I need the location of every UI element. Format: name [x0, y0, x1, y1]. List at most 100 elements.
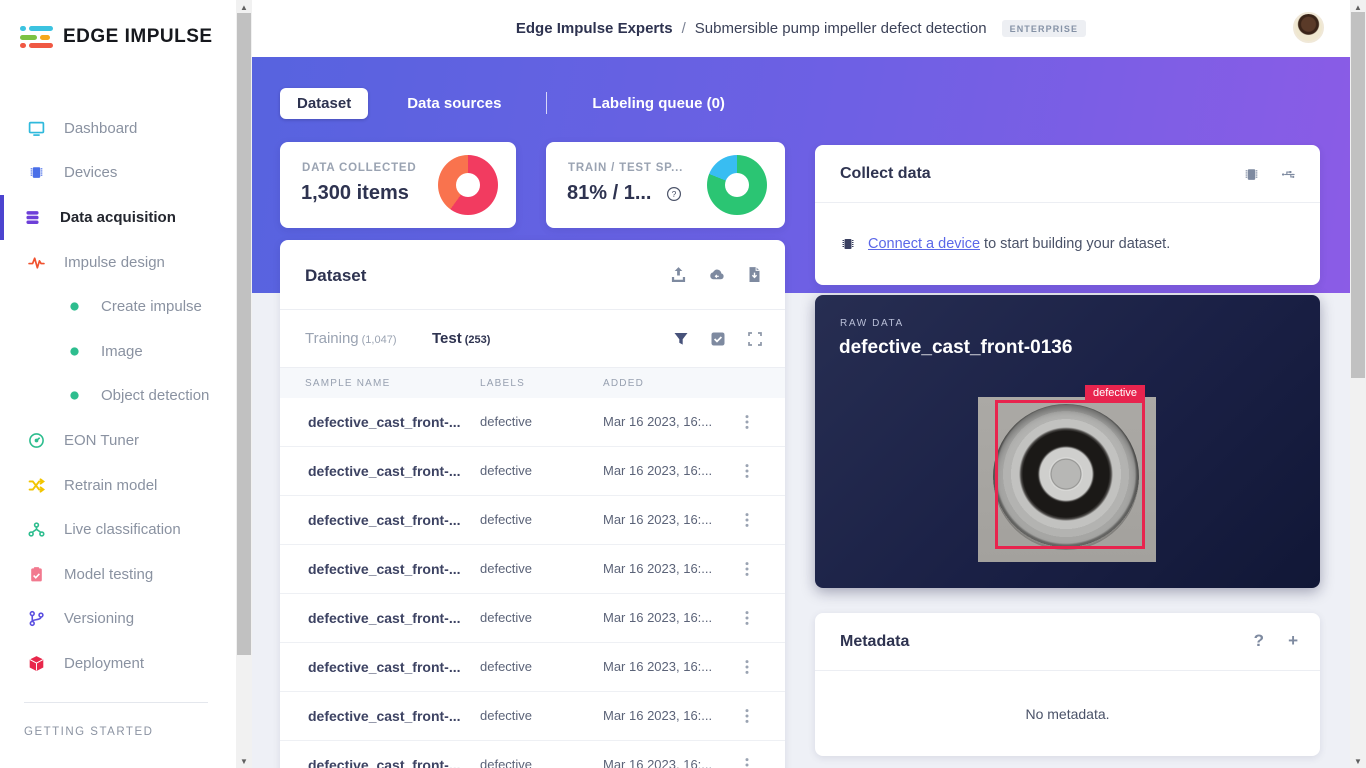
usb-icon[interactable]	[1281, 166, 1298, 183]
table-row[interactable]: defective_cast_front-... defective Mar 16 …	[280, 398, 785, 447]
tab-dataset[interactable]: Dataset	[280, 87, 369, 119]
sidebar-item-live-classification[interactable]: Live classification	[0, 507, 236, 552]
raw-data-sample-title: defective_cast_front-0136	[839, 337, 1073, 358]
upload-icon[interactable]	[670, 266, 687, 283]
table-row[interactable]: defective_cast_front-... defective Mar 16 …	[280, 545, 785, 594]
kebab-menu-icon[interactable]	[740, 607, 754, 629]
sidebar-item-dashboard[interactable]: Dashboard	[0, 106, 236, 151]
table-row[interactable]: defective_cast_front-... defective Mar 16 …	[280, 447, 785, 496]
collect-data-body: Connect a device to start building your …	[815, 204, 1320, 284]
waveform-icon	[28, 254, 45, 271]
table-row[interactable]: defective_cast_front-... defective Mar 16 …	[280, 643, 785, 692]
kebab-menu-icon[interactable]	[740, 460, 754, 482]
table-row[interactable]: defective_cast_front-... defective Mar 16 …	[280, 692, 785, 741]
kebab-menu-icon[interactable]	[740, 558, 754, 580]
data-collected-donut-chart	[438, 155, 498, 215]
sidebar-item-deployment[interactable]: Deployment	[0, 641, 236, 686]
help-circle-icon[interactable]: ?	[666, 186, 682, 202]
getting-started-heading: GETTING STARTED	[24, 726, 154, 738]
chip-icon[interactable]	[1243, 166, 1260, 183]
box-icon	[28, 655, 45, 672]
main-scrollbar[interactable]: ▲ ▼	[1350, 0, 1366, 768]
tab-labeling-queue[interactable]: Labeling queue (0)	[575, 88, 742, 119]
metadata-help-icon[interactable]: ?	[1254, 632, 1264, 649]
train-test-split-label: TRAIN / TEST SP...	[568, 162, 684, 174]
scroll-up-arrow-icon[interactable]: ▲	[236, 0, 252, 14]
sidebar-item-devices[interactable]: Devices	[0, 151, 236, 196]
sample-added: Mar 16 2023, 16:...	[603, 757, 713, 768]
sidebar-item-label: Model testing	[64, 565, 154, 583]
nodes-icon	[28, 521, 45, 538]
sample-added: Mar 16 2023, 16:...	[603, 414, 713, 429]
sample-table-body: defective_cast_front-... defective Mar 16 …	[280, 398, 785, 768]
sidebar-nav: Dashboard Devices Data acquisition Impulse …	[0, 106, 236, 686]
sidebar-item-versioning[interactable]: Versioning	[0, 597, 236, 642]
sidebar-item-retrain-model[interactable]: Retrain model	[0, 463, 236, 508]
sidebar-divider	[24, 702, 208, 703]
kebab-menu-icon[interactable]	[740, 411, 754, 433]
sample-added: Mar 16 2023, 16:...	[603, 463, 713, 478]
sidebar-item-impulse-design[interactable]: Impulse design	[0, 240, 236, 285]
sample-label: defective	[480, 659, 533, 674]
select-checkbox-icon[interactable]	[710, 331, 726, 347]
collect-data-header: Collect data	[815, 145, 1320, 203]
kebab-menu-icon[interactable]	[740, 754, 754, 768]
page-tabs: Dataset Data sources Labeling queue (0)	[280, 87, 742, 119]
sidebar-item-label: Retrain model	[64, 476, 158, 494]
data-collected-card: DATA COLLECTED 1,300 items	[280, 142, 516, 228]
sidebar-item-eon-tuner[interactable]: EON Tuner	[0, 418, 236, 463]
sample-name: defective_cast_front-...	[308, 708, 461, 724]
scroll-down-arrow-icon[interactable]: ▼	[236, 754, 252, 768]
expand-icon[interactable]	[747, 331, 763, 347]
main-scrollbar-thumb[interactable]	[1351, 12, 1365, 378]
data-collected-label: DATA COLLECTED	[302, 162, 417, 174]
sidebar-item-image[interactable]: Image	[0, 329, 236, 374]
file-download-icon[interactable]	[746, 266, 763, 283]
sidebar-item-model-testing[interactable]: Model testing	[0, 552, 236, 597]
metadata-empty-text: No metadata.	[1025, 706, 1110, 722]
metadata-header: Metadata ? +	[815, 613, 1320, 671]
dataset-subtabs: Training (1,047) Test (253)	[280, 310, 785, 368]
cloud-icon[interactable]	[708, 266, 725, 283]
table-row[interactable]: defective_cast_front-... defective Mar 16 …	[280, 741, 785, 768]
sample-name: defective_cast_front-...	[308, 610, 461, 626]
scroll-down-arrow-icon[interactable]: ▼	[1350, 754, 1366, 768]
metadata-add-icon[interactable]: +	[1288, 632, 1298, 649]
subtab-training[interactable]: Training (1,047)	[305, 330, 397, 347]
column-header-sample-name: SAMPLE NAME	[305, 378, 391, 389]
breadcrumb-org-link[interactable]: Edge Impulse Experts	[516, 20, 673, 37]
column-header-added: ADDED	[603, 378, 645, 389]
sidebar-item-data-acquisition[interactable]: Data acquisition	[0, 195, 236, 240]
user-avatar[interactable]	[1293, 12, 1324, 43]
sample-name: defective_cast_front-...	[308, 659, 461, 675]
sample-added: Mar 16 2023, 16:...	[603, 610, 713, 625]
enterprise-badge: ENTERPRISE	[1001, 20, 1087, 37]
sample-label: defective	[480, 512, 533, 527]
sidebar-scrollbar[interactable]: ▲ ▼	[236, 0, 252, 768]
tab-data-sources[interactable]: Data sources	[390, 88, 518, 119]
connect-device-link[interactable]: Connect a device	[868, 236, 980, 252]
table-row[interactable]: defective_cast_front-... defective Mar 16 …	[280, 594, 785, 643]
edge-impulse-logo[interactable]: EDGE IMPULSE	[20, 26, 213, 48]
sidebar-scrollbar-thumb[interactable]	[237, 13, 251, 655]
gauge-icon	[28, 432, 45, 449]
kebab-menu-icon[interactable]	[740, 509, 754, 531]
kebab-menu-icon[interactable]	[740, 705, 754, 727]
sidebar-item-create-impulse[interactable]: Create impulse	[0, 284, 236, 329]
data-collected-value: 1,300 items	[301, 182, 409, 204]
breadcrumb: Edge Impulse Experts / Submersible pump …	[516, 20, 1087, 37]
kebab-menu-icon[interactable]	[740, 656, 754, 678]
sidebar-item-object-detection[interactable]: Object detection	[0, 374, 236, 419]
sidebar-item-label: Dashboard	[64, 119, 138, 137]
bounding-box: defective	[995, 385, 1145, 549]
table-row[interactable]: defective_cast_front-... defective Mar 16 …	[280, 496, 785, 545]
sidebar-item-label: Create impulse	[101, 298, 202, 316]
filter-icon[interactable]	[673, 331, 689, 347]
collect-data-title: Collect data	[840, 165, 931, 182]
sample-image: defective	[978, 385, 1156, 562]
chip-icon	[28, 164, 45, 181]
subtab-test[interactable]: Test (253)	[432, 330, 490, 347]
sample-name: defective_cast_front-...	[308, 414, 461, 430]
bounding-box-label: defective	[1084, 385, 1145, 402]
sidebar-item-label: Data acquisition	[60, 208, 176, 226]
